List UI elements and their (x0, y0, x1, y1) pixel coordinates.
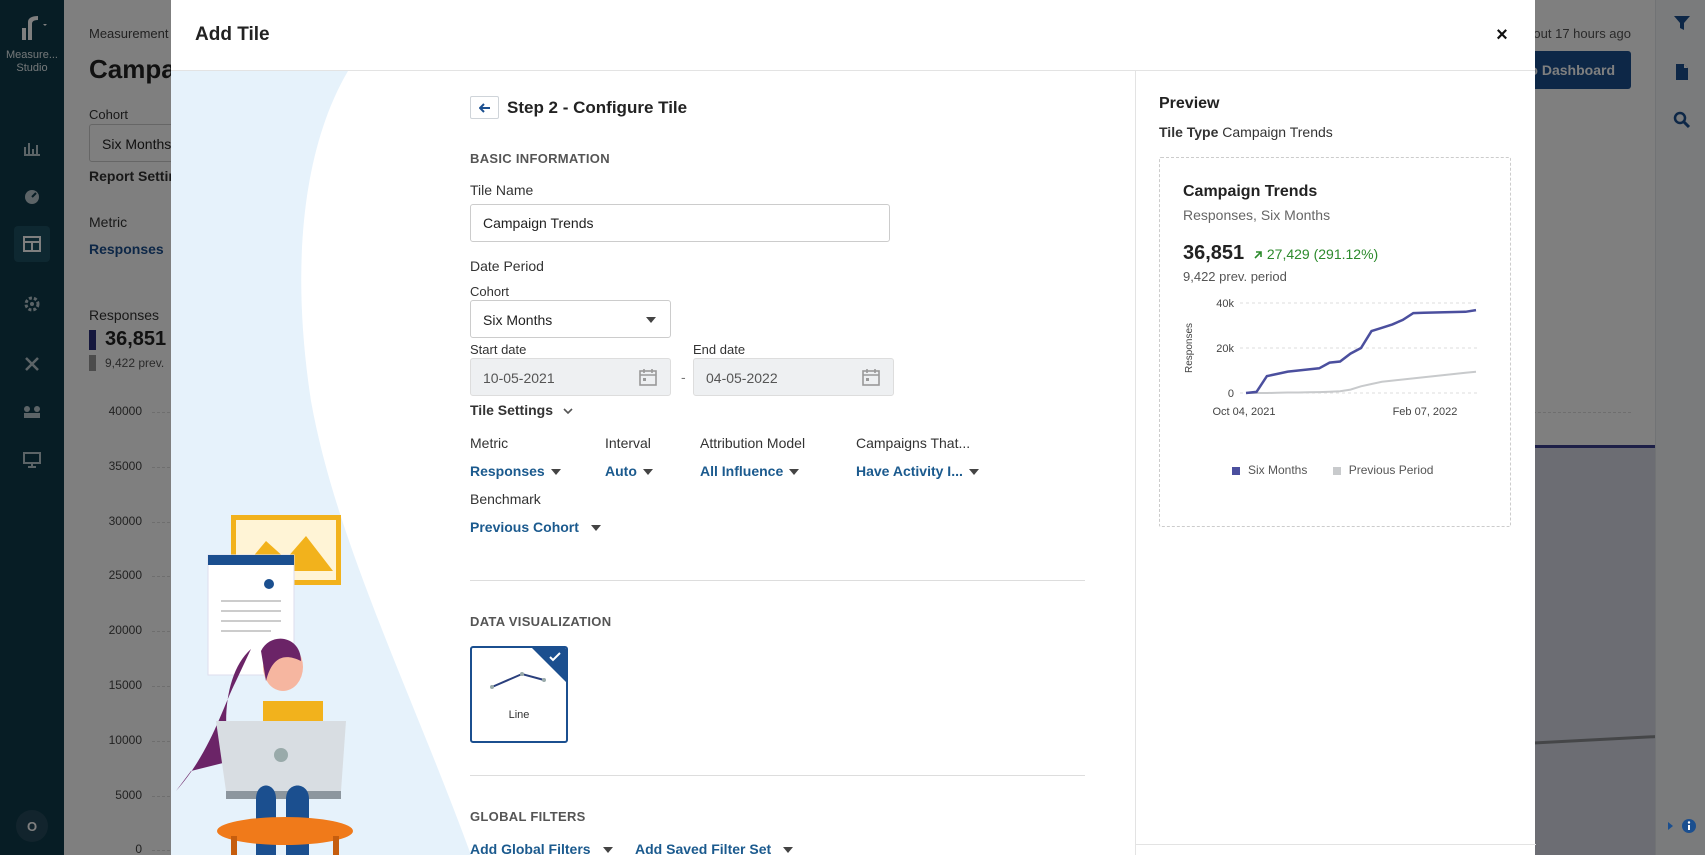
illustration (171, 71, 491, 855)
preview-panel: Preview Tile Type Campaign Trends Campai… (1135, 71, 1536, 855)
tile-change-value: 27,429 (291.12%) (1266, 246, 1379, 262)
chevron-down-icon (968, 469, 979, 476)
preview-line-chart: 40k 20k 0 Responses Oct 04, 2021 Feb 07, 2022 (1184, 298, 1480, 418)
legend-label: Six Months (1248, 463, 1308, 477)
metric-label: Metric (470, 435, 509, 451)
section-divider (470, 775, 1085, 776)
global-filters-heading: GLOBAL FILTERS (470, 809, 586, 824)
start-date-label: Start date (470, 342, 527, 357)
end-date-label: End date (693, 342, 746, 357)
interval-dropdown[interactable]: Auto (605, 463, 653, 479)
benchmark-value: Previous Cohort (470, 519, 579, 535)
legend-swatch (1332, 466, 1341, 475)
start-date-input: 10-05-2021 (470, 358, 671, 396)
tile-name-label: Tile Name (470, 182, 534, 198)
metric-value: Responses (470, 463, 545, 479)
viz-option-line[interactable]: Line (470, 646, 568, 743)
attribution-label: Attribution Model (700, 435, 806, 451)
cohort-label: Cohort (470, 284, 510, 299)
cohort-select-value: Six Months (483, 312, 553, 328)
chevron-down-icon (563, 408, 573, 415)
date-range-separator: - (681, 369, 686, 385)
add-tile-modal: Add Tile × Step 2 - Configure Tile BASIC… (171, 0, 1536, 855)
calendar-icon (862, 369, 880, 386)
y-tick-label: 0 (1228, 388, 1234, 400)
date-period-label: Date Period (470, 258, 544, 274)
add-global-filters-label: Add Global Filters (470, 841, 591, 855)
benchmark-label: Benchmark (470, 491, 541, 507)
y-tick-label: 20k (1216, 343, 1234, 355)
add-saved-filter-set-dropdown[interactable]: Add Saved Filter Set (635, 841, 794, 855)
basic-info-heading: BASIC INFORMATION (470, 151, 610, 166)
chevron-down-icon (789, 469, 800, 476)
series-line-six-months (1245, 308, 1477, 395)
campaigns-value: Have Activity I... (856, 463, 963, 479)
chevron-down-icon (550, 469, 561, 476)
tile-change: 27,429 (291.12%) (1253, 246, 1378, 262)
section-divider (470, 580, 1085, 581)
tile-type-value: Campaign Trends (1222, 124, 1333, 140)
add-saved-filter-set-label: Add Saved Filter Set (635, 841, 772, 855)
tile-value: 36,851 (1183, 242, 1245, 264)
illustration-art (171, 71, 471, 855)
legend-label: Previous Period (1348, 463, 1434, 477)
series-line-previous-period (1246, 370, 1477, 394)
back-button[interactable] (470, 96, 499, 119)
chevron-down-icon (783, 847, 794, 854)
tile-title: Campaign Trends (1183, 183, 1318, 200)
benchmark-dropdown[interactable]: Previous Cohort (470, 519, 601, 535)
tile-settings-label: Tile Settings (470, 402, 553, 418)
legend-swatch (1232, 466, 1240, 475)
end-date-value: 04-05-2022 (706, 370, 778, 386)
tile-type: Tile Type Campaign Trends (1159, 124, 1333, 140)
viz-option-label: Line (508, 709, 530, 721)
preview-tile-card: Campaign Trends Responses, Six Months 36… (1159, 157, 1511, 527)
campaigns-label: Campaigns That... (856, 435, 971, 451)
close-icon[interactable]: × (1491, 24, 1513, 46)
chevron-down-icon (646, 317, 656, 323)
interval-value: Auto (605, 463, 637, 479)
add-global-filters-dropdown[interactable]: Add Global Filters (470, 841, 613, 855)
cohort-select[interactable]: Six Months (470, 300, 671, 338)
x-tick-label: Oct 04, 2021 (1213, 406, 1276, 418)
legend-item-six-months: Six Months (1232, 463, 1307, 477)
data-viz-heading: DATA VISUALIZATION (470, 614, 612, 629)
interval-label: Interval (605, 435, 651, 451)
step-title: Step 2 - Configure Tile (507, 98, 688, 117)
y-tick-label: 40k (1216, 298, 1234, 310)
tile-prev-period: 9,422 prev. period (1183, 269, 1287, 284)
chevron-down-icon (602, 847, 613, 854)
chart-legend: Six Months Previous Period (1232, 463, 1455, 477)
line-chart-icon (490, 672, 546, 689)
modal-header: Add Tile × (171, 0, 1535, 71)
modal-title: Add Tile (195, 24, 270, 45)
start-date-value: 10-05-2021 (483, 370, 555, 386)
tile-type-label: Tile Type (1159, 124, 1219, 140)
tile-settings-toggle[interactable]: Tile Settings (470, 402, 573, 418)
calendar-icon (639, 369, 657, 386)
preview-footer-divider (1136, 844, 1536, 845)
legend-item-previous-period: Previous Period (1332, 463, 1434, 477)
attribution-dropdown[interactable]: All Influence (700, 463, 800, 479)
x-tick-label: Feb 07, 2022 (1393, 406, 1458, 418)
info-icon[interactable] (1667, 818, 1697, 839)
arrow-left-icon (478, 102, 490, 113)
tile-name-input[interactable] (470, 204, 890, 242)
end-date-input: 04-05-2022 (693, 358, 894, 396)
metric-dropdown[interactable]: Responses (470, 463, 561, 479)
y-axis-label: Responses (1184, 323, 1195, 373)
preview-title: Preview (1159, 95, 1220, 112)
campaigns-dropdown[interactable]: Have Activity I... (856, 463, 979, 479)
tile-subtitle: Responses, Six Months (1183, 207, 1331, 223)
chevron-down-icon (590, 525, 601, 532)
chevron-down-icon (642, 469, 653, 476)
arrow-up-right-icon (1254, 251, 1262, 259)
attribution-value: All Influence (700, 463, 784, 479)
